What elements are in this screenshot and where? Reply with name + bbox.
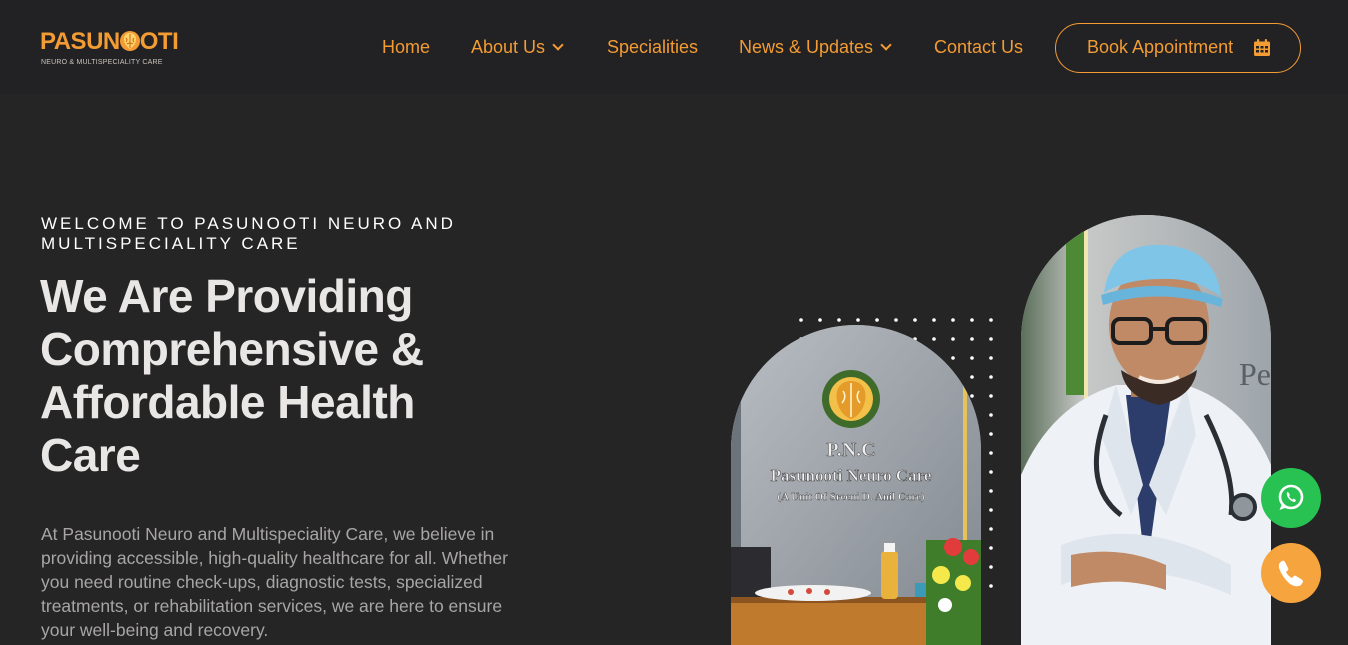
hero-paragraph: At Pasunooti Neuro and Multispeciality C… xyxy=(41,524,508,640)
pattern-dot xyxy=(970,394,974,398)
pattern-dot xyxy=(799,318,803,322)
pattern-dot xyxy=(951,318,955,322)
nav-news-updates[interactable]: News & Updates xyxy=(739,36,892,58)
pattern-dot xyxy=(951,337,955,341)
book-appointment-button[interactable]: Book Appointment xyxy=(1055,23,1301,73)
clinic-sign-initials: P.N.C xyxy=(826,439,875,461)
clinic-reception-photo: P.N.C Pasunooti Neuro Care (A Unit Of Sr… xyxy=(731,325,981,645)
pattern-dot xyxy=(989,413,993,417)
site-header: PASUN OTI NEURO & MULTISPECIALITY CARE H… xyxy=(0,0,1348,94)
pattern-dot xyxy=(989,527,993,531)
pattern-dot xyxy=(989,584,993,588)
pattern-dot xyxy=(875,318,879,322)
pattern-dot xyxy=(989,565,993,569)
whatsapp-button[interactable] xyxy=(1261,468,1321,528)
pattern-dot xyxy=(989,337,993,341)
pattern-dot xyxy=(913,318,917,322)
svg-text:Pe: Pe xyxy=(1239,356,1271,392)
pattern-dot xyxy=(989,489,993,493)
pattern-dot xyxy=(970,356,974,360)
pattern-dot xyxy=(932,318,936,322)
nav-about-us[interactable]: About Us xyxy=(471,36,564,58)
pattern-dot xyxy=(970,375,974,379)
pattern-dot xyxy=(818,318,822,322)
pattern-dot xyxy=(989,356,993,360)
book-appointment-label: Book Appointment xyxy=(1087,37,1234,57)
pattern-dot xyxy=(989,432,993,436)
pattern-dot xyxy=(989,375,993,379)
pattern-dot xyxy=(989,508,993,512)
phone-icon xyxy=(1278,560,1303,587)
hero-headline: We Are Providing Comprehensive & Afforda… xyxy=(40,270,424,481)
chevron-down-icon xyxy=(552,39,564,51)
whatsapp-icon xyxy=(1278,484,1304,510)
nav-home[interactable]: Home xyxy=(382,36,430,58)
pattern-dot xyxy=(970,337,974,341)
nav-news-label: News & Updates xyxy=(739,37,874,57)
pattern-dot xyxy=(989,546,993,550)
nav-specialities[interactable]: Specialities xyxy=(607,36,698,58)
clinic-reception-illustration: P.N.C Pasunooti Neuro Care (A Unit Of Sr… xyxy=(731,325,981,645)
doctor-illustration: Pe xyxy=(1021,215,1271,645)
pattern-dot xyxy=(989,318,993,322)
flower-bouquet xyxy=(926,538,981,645)
pattern-dot xyxy=(856,318,860,322)
pattern-dot xyxy=(989,470,993,474)
phone-call-button[interactable] xyxy=(1261,543,1321,603)
welcome-subtitle: WELCOME TO PASUNOOTI NEURO AND MULTISPEC… xyxy=(41,214,456,253)
nav-about-label: About Us xyxy=(471,37,546,57)
pattern-dot xyxy=(951,356,955,360)
pattern-dot xyxy=(837,318,841,322)
main-nav: Home About Us Specialities News & Update… xyxy=(0,0,1348,94)
pattern-dot xyxy=(894,318,898,322)
clinic-sign-name: Pasunooti Neuro Care xyxy=(771,466,932,485)
pattern-dot xyxy=(970,318,974,322)
clinic-sign-sub: (A Unit Of Sreeni D. Anil Care) xyxy=(777,491,925,503)
pattern-dot xyxy=(989,451,993,455)
calendar-icon xyxy=(1254,39,1270,56)
chevron-down-icon xyxy=(880,39,892,51)
nav-contact-us[interactable]: Contact Us xyxy=(934,36,1023,58)
pattern-dot xyxy=(932,337,936,341)
doctor-photo: Pe xyxy=(1021,215,1271,645)
pattern-dot xyxy=(989,394,993,398)
